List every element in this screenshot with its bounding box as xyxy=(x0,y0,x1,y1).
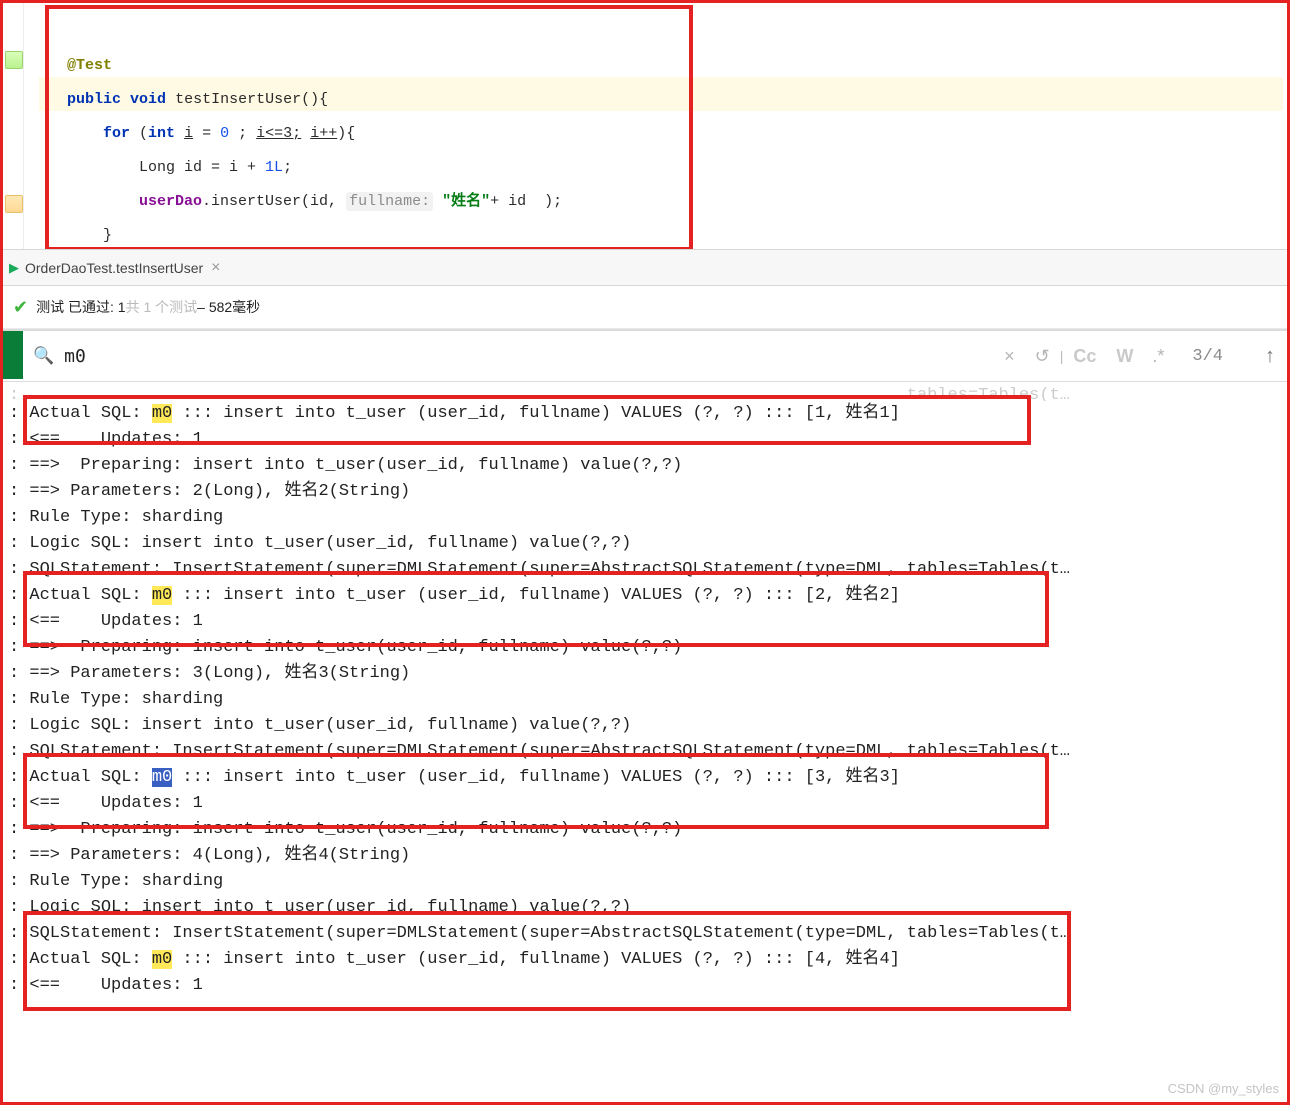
method-name: testInsertUser(){ xyxy=(175,91,328,108)
inc: i++ xyxy=(310,125,337,142)
console-line: : SQLStatement: InsertStatement(super=DM… xyxy=(9,921,1285,947)
history-icon[interactable]: ↺ xyxy=(1035,346,1050,367)
console-line: : ==> Parameters: 4(Long), 姓名4(String) xyxy=(9,843,1285,869)
search-input[interactable] xyxy=(62,345,994,368)
console-line: : ==> Preparing: insert into t_user(user… xyxy=(9,453,1285,479)
search-hit: m0 xyxy=(152,586,172,605)
clear-search-icon[interactable]: × xyxy=(1004,346,1015,367)
search-icon[interactable]: 🔍 xyxy=(33,346,54,366)
console-line: : Logic SQL: insert into t_user(user_id,… xyxy=(9,713,1285,739)
test-count-gray: 共 1 个测试 xyxy=(126,297,198,317)
console-line: : ==> Parameters: 3(Long), 姓名3(String) xyxy=(9,661,1285,687)
id-line: Long id = i + xyxy=(139,159,265,176)
console-line: : SQLStatement: InsertStatement(super=DM… xyxy=(9,739,1285,765)
string-lit: "姓名" xyxy=(442,193,490,210)
hint-gutter-icon[interactable] xyxy=(5,195,23,213)
console-line: : ……………………………………………………………………………………………………… xyxy=(9,383,1285,401)
run-tab-bar: ▶ OrderDaoTest.testInsertUser × xyxy=(3,249,1287,286)
test-duration: – 582毫秒 xyxy=(197,297,260,317)
console-line: : Logic SQL: insert into t_user(user_id,… xyxy=(9,895,1285,921)
console-line: : <== Updates: 1 xyxy=(9,973,1285,999)
console-line: : Actual SQL: m0 ::: insert into t_user … xyxy=(9,583,1285,609)
watermark-text: CSDN @my_styles xyxy=(1168,1081,1279,1096)
regex-icon[interactable]: .* xyxy=(1152,346,1164,367)
code-block: @Test public void testInsertUser(){ for … xyxy=(67,15,1275,287)
brace: ){ xyxy=(337,125,355,142)
search-result-count: 3/4 xyxy=(1192,347,1223,366)
kw-for: for xyxy=(103,125,130,142)
console-line: : <== Updates: 1 xyxy=(9,791,1285,817)
check-icon: ✔ xyxy=(13,297,28,318)
call: .insertUser(id, xyxy=(202,193,346,210)
console-line: : <== Updates: 1 xyxy=(9,609,1285,635)
run-arrow-icon[interactable]: ▶ xyxy=(9,260,19,276)
search-hit-selected: m0 xyxy=(152,768,172,787)
code-editor[interactable]: @Test public void testInsertUser(){ for … xyxy=(39,3,1283,249)
rbrace: } xyxy=(103,227,112,244)
console-line: : ==> Preparing: insert into t_user(user… xyxy=(9,635,1285,661)
console-line: : Actual SQL: m0 ::: insert into t_user … xyxy=(9,401,1285,427)
console-line: : ==> Parameters: 2(Long), 姓名2(String) xyxy=(9,479,1285,505)
console-line: : <== Updates: 1 xyxy=(9,427,1285,453)
console-line: : Logic SQL: insert into t_user(user_id,… xyxy=(9,531,1285,557)
close-tab-icon[interactable]: × xyxy=(211,259,220,277)
console-line: : Rule Type: sharding xyxy=(9,869,1285,895)
run-tab-name[interactable]: OrderDaoTest.testInsertUser xyxy=(25,260,203,276)
eq: = xyxy=(202,125,211,142)
search-hit: m0 xyxy=(152,950,172,969)
console-line: : Rule Type: sharding xyxy=(9,687,1285,713)
run-gutter-icon[interactable] xyxy=(5,51,23,69)
kw-void: void xyxy=(130,91,166,108)
num-0: 0 xyxy=(220,125,229,142)
match-case-icon[interactable]: Cc xyxy=(1073,346,1096,367)
test-passed-text: 测试 已通过: 1 xyxy=(36,297,125,317)
annotation: @Test xyxy=(67,57,112,74)
console-line: : Rule Type: sharding xyxy=(9,505,1285,531)
whole-word-icon[interactable]: W xyxy=(1116,346,1132,367)
console-line: : ==> Preparing: insert into t_user(user… xyxy=(9,817,1285,843)
search-hit: m0 xyxy=(152,404,172,423)
console-search-bar: 🔍 × ↺ | Cc W .* 3/4 ↑ xyxy=(3,329,1287,382)
editor-gutter xyxy=(3,3,24,249)
cond: i<=3; xyxy=(256,125,301,142)
kw-public: public xyxy=(67,91,121,108)
tail: + id ); xyxy=(490,193,562,210)
var-i: i xyxy=(184,125,193,142)
console-line: : SQLStatement: InsertStatement(super=DM… xyxy=(9,557,1285,583)
console-output[interactable]: : ……………………………………………………………………………………………………… xyxy=(5,379,1285,1100)
console-line: : Actual SQL: m0 ::: insert into t_user … xyxy=(9,765,1285,791)
ide-window: @Test public void testInsertUser(){ for … xyxy=(0,0,1290,1105)
field: userDao xyxy=(139,193,202,210)
console-line: : Actual SQL: m0 ::: insert into t_user … xyxy=(9,947,1285,973)
kw-int: int xyxy=(148,125,175,142)
test-status-bar: ✔ 测试 已通过: 1共 1 个测试 – 582毫秒 xyxy=(3,286,1287,329)
param-hint: fullname: xyxy=(346,192,433,211)
prev-match-icon[interactable]: ↑ xyxy=(1265,345,1275,368)
sep: | xyxy=(1060,348,1064,364)
num-1L: 1L xyxy=(265,159,283,176)
